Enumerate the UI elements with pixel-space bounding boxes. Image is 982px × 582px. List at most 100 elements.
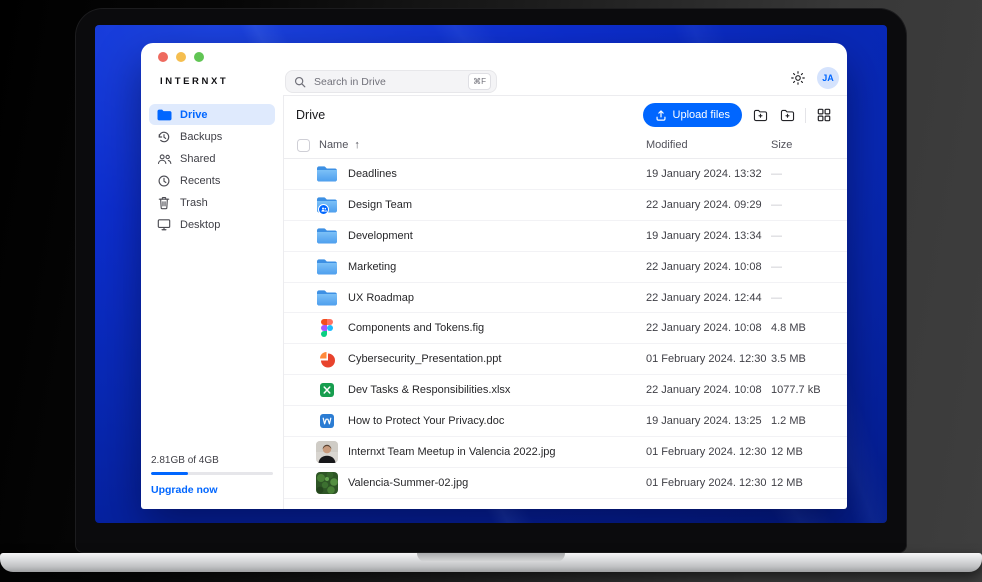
minimize-button[interactable]	[176, 52, 186, 62]
file-row[interactable]: Marketing 22 January 2024. 10:08 —	[284, 252, 847, 283]
toolbar-separator	[805, 108, 806, 123]
shared-badge-icon	[318, 204, 329, 215]
desktop-wallpaper: INTERNXT ⌘F JA	[95, 25, 887, 523]
laptop-mockup: INTERNXT ⌘F JA	[0, 0, 982, 582]
search-shortcut-badge: ⌘F	[468, 73, 491, 90]
file-row[interactable]: Components and Tokens.fig 22 January 202…	[284, 313, 847, 344]
file-size: 1.2 MB	[771, 415, 806, 427]
file-row[interactable]: Development 19 January 2024. 13:34 —	[284, 221, 847, 252]
file-modified-date: 22 January 2024. 10:08	[646, 322, 762, 334]
sidebar-item-shared[interactable]: Shared	[149, 148, 275, 169]
file-row[interactable]: UX Roadmap 22 January 2024. 12:44 —	[284, 283, 847, 314]
internxt-logo: INTERNXT	[160, 76, 228, 87]
user-avatar[interactable]: JA	[817, 67, 839, 89]
file-row[interactable]: Internxt Team Meetup in Valencia 2022.jp…	[284, 437, 847, 468]
zoom-button[interactable]	[194, 52, 204, 62]
search-icon	[294, 76, 306, 88]
file-list: Deadlines 19 January 2024. 13:32 — Desig…	[284, 159, 847, 499]
file-size: 3.5 MB	[771, 353, 806, 365]
breadcrumb: Drive	[296, 108, 325, 122]
word-icon	[316, 410, 338, 432]
search-input[interactable]	[312, 75, 462, 89]
file-table: Name ↑ Modified Size Deadlines 19 Januar…	[284, 134, 847, 509]
backup-history-icon	[156, 130, 172, 144]
sidebar-item-label: Trash	[180, 197, 208, 209]
sidebar-item-trash[interactable]: Trash	[149, 192, 275, 213]
folder-icon	[316, 163, 338, 185]
file-modified-date: 19 January 2024. 13:34	[646, 230, 762, 242]
create-folder-icon	[780, 109, 795, 122]
file-row[interactable]: Cybersecurity_Presentation.ppt 01 Februa…	[284, 344, 847, 375]
file-size: —	[771, 168, 782, 180]
column-header-modified[interactable]: Modified	[646, 139, 688, 151]
file-row[interactable]: How to Protect Your Privacy.doc 19 Janua…	[284, 406, 847, 437]
file-name: Marketing	[348, 261, 396, 273]
file-modified-date: 01 February 2024. 12:30	[646, 477, 766, 489]
folder-icon	[316, 287, 338, 309]
people-icon	[156, 153, 172, 165]
sidebar-item-desktop[interactable]: Desktop	[149, 214, 275, 235]
upload-button-label: Upload files	[673, 109, 730, 121]
file-row[interactable]: Deadlines 19 January 2024. 13:32 —	[284, 159, 847, 190]
sidebar-item-backups[interactable]: Backups	[149, 126, 275, 147]
file-size: —	[771, 292, 782, 304]
create-folder-button[interactable]	[778, 106, 796, 124]
sidebar-item-label: Drive	[180, 109, 208, 121]
storage-usage-label: 2.81GB of 4GB	[151, 455, 273, 466]
laptop-screen-bezel: INTERNXT ⌘F JA	[75, 8, 907, 553]
file-modified-date: 22 January 2024. 09:29	[646, 199, 762, 211]
clock-icon	[156, 174, 172, 188]
file-size: —	[771, 199, 782, 211]
search-bar[interactable]: ⌘F	[285, 70, 497, 93]
grid-view-icon	[817, 108, 831, 122]
sidebar-item-label: Shared	[180, 153, 215, 165]
window-controls	[158, 52, 204, 62]
file-name: Dev Tasks & Responsibilities.xlsx	[348, 384, 510, 396]
upgrade-link[interactable]: Upgrade now	[151, 484, 273, 496]
file-size: 12 MB	[771, 446, 803, 458]
figma-icon	[316, 317, 338, 339]
name-column-label: Name	[319, 139, 348, 151]
folder-icon	[316, 225, 338, 247]
select-all-checkbox[interactable]	[297, 139, 310, 152]
column-header-size[interactable]: Size	[771, 139, 792, 151]
column-header-name[interactable]: Name ↑	[319, 139, 360, 151]
file-name: How to Protect Your Privacy.doc	[348, 415, 504, 427]
file-size: 4.8 MB	[771, 322, 806, 334]
file-row[interactable]: Valencia-Summer-02.jpg 01 February 2024.…	[284, 468, 847, 499]
folder-icon	[316, 256, 338, 278]
gear-icon	[790, 70, 806, 86]
main-content: Drive Upload files	[284, 96, 847, 509]
sidebar: Drive Backups Shared	[141, 96, 283, 509]
monitor-icon	[156, 218, 172, 231]
photo-nature-icon	[316, 472, 338, 494]
sidebar-item-recents[interactable]: Recents	[149, 170, 275, 191]
file-modified-date: 19 January 2024. 13:25	[646, 415, 762, 427]
upload-files-button[interactable]: Upload files	[643, 103, 742, 127]
grid-view-button[interactable]	[815, 106, 833, 124]
file-modified-date: 19 January 2024. 13:32	[646, 168, 762, 180]
storage-indicator: 2.81GB of 4GB Upgrade now	[151, 455, 273, 496]
file-name: Internxt Team Meetup in Valencia 2022.jp…	[348, 446, 556, 458]
close-button[interactable]	[158, 52, 168, 62]
sidebar-item-label: Backups	[180, 131, 222, 143]
file-row[interactable]: Dev Tasks & Responsibilities.xlsx 22 Jan…	[284, 375, 847, 406]
file-name: Design Team	[348, 199, 412, 211]
powerpoint-icon	[316, 348, 338, 370]
file-modified-date: 22 January 2024. 10:08	[646, 384, 762, 396]
sidebar-item-drive[interactable]: Drive	[149, 104, 275, 125]
upload-folder-button[interactable]	[751, 106, 769, 124]
folder-shared-icon	[316, 194, 338, 216]
storage-progress-bar	[151, 472, 273, 475]
storage-progress-fill	[151, 472, 188, 475]
settings-button[interactable]	[789, 69, 807, 87]
table-header: Name ↑ Modified Size	[284, 134, 847, 159]
file-name: Cybersecurity_Presentation.ppt	[348, 353, 501, 365]
file-size: —	[771, 261, 782, 273]
file-modified-date: 22 January 2024. 10:08	[646, 261, 762, 273]
file-modified-date: 22 January 2024. 12:44	[646, 292, 762, 304]
file-row[interactable]: Design Team 22 January 2024. 09:29 —	[284, 190, 847, 221]
folder-icon	[156, 109, 172, 121]
file-modified-date: 01 February 2024. 12:30	[646, 446, 766, 458]
file-name: UX Roadmap	[348, 292, 414, 304]
